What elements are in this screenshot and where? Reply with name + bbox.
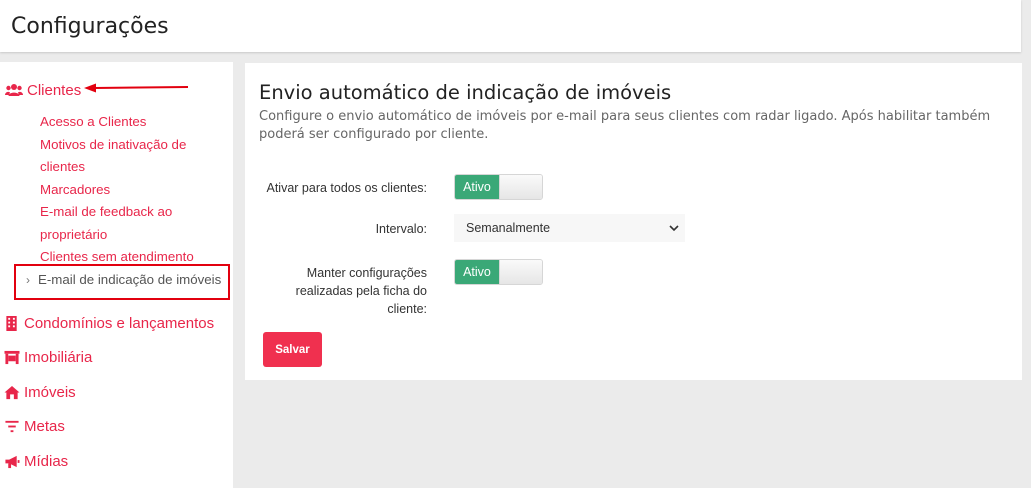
- panel-description: Configure o envio automático de imóveis …: [259, 109, 991, 142]
- sidebar-submenu: Acesso a Clientes Motivos de inativação …: [40, 111, 215, 269]
- users-icon: [5, 84, 23, 96]
- storefront-icon: [4, 350, 20, 365]
- settings-panel: Envio automático de indicação de imóveis…: [245, 63, 1022, 380]
- submenu-item-label: E-mail de indicação de imóveis: [38, 272, 222, 287]
- building-icon: [6, 316, 17, 331]
- page-header: Configurações: [0, 0, 1021, 52]
- sidebar-item-clientes[interactable]: Clientes: [5, 80, 81, 100]
- sidebar-item-label: Condomínios e lançamentos: [24, 315, 215, 332]
- toggle-knob: [499, 260, 542, 284]
- sidebar-item-midias[interactable]: Mídias: [4, 453, 68, 470]
- chevron-down-icon: [669, 225, 679, 232]
- interval-select[interactable]: Semanalmente: [454, 214, 685, 242]
- annotation-arrow-icon: [84, 83, 189, 93]
- sidebar-item-label: Imobiliária: [24, 349, 93, 366]
- submenu-item-marcadores[interactable]: Marcadores: [40, 179, 215, 202]
- sidebar-item-label: Mídias: [24, 453, 69, 470]
- save-button[interactable]: Salvar: [263, 332, 322, 367]
- megaphone-icon: [5, 455, 20, 469]
- submenu-item-acesso[interactable]: Acesso a Clientes: [40, 111, 215, 134]
- page-title: Configurações: [11, 14, 169, 39]
- sidebar-item-label: Metas: [24, 418, 65, 435]
- submenu-item-email-indicacao[interactable]: › E-mail de indicação de imóveis: [26, 272, 221, 287]
- panel-title: Envio automático de indicação de imóveis: [259, 81, 672, 104]
- sidebar-item-imobiliaria[interactable]: Imobiliária: [4, 349, 92, 366]
- keep-config-toggle[interactable]: Ativo: [454, 259, 543, 285]
- filter-icon: [5, 420, 19, 433]
- sidebar-item-condominios[interactable]: Condomínios e lançamentos: [4, 315, 214, 332]
- sidebar-item-imoveis[interactable]: Imóveis: [4, 384, 76, 401]
- sidebar-item-metas[interactable]: Metas: [4, 418, 65, 435]
- enable-all-toggle[interactable]: Ativo: [454, 174, 543, 200]
- enable-all-label: Ativar para todos os clientes:: [266, 181, 428, 195]
- home-icon: [4, 385, 20, 400]
- sidebar-item-label: Clientes: [27, 81, 82, 99]
- sidebar-item-label: Imóveis: [24, 384, 76, 401]
- keep-config-label: Manter configurações realizadas pela fic…: [295, 266, 427, 316]
- submenu-item-motivos[interactable]: Motivos de inativação de clientes: [40, 134, 215, 179]
- toggle-on-label: Ativo: [455, 260, 499, 284]
- interval-label: Intervalo:: [375, 222, 427, 236]
- chevron-right-icon: ›: [26, 272, 30, 287]
- interval-select-value: Semanalmente: [466, 221, 551, 235]
- toggle-on-label: Ativo: [455, 175, 499, 199]
- sidebar: Clientes Acesso a Clientes Motivos de in…: [0, 62, 233, 488]
- toggle-knob: [499, 175, 542, 199]
- submenu-item-feedback[interactable]: E-mail de feedback ao proprietário: [40, 201, 215, 246]
